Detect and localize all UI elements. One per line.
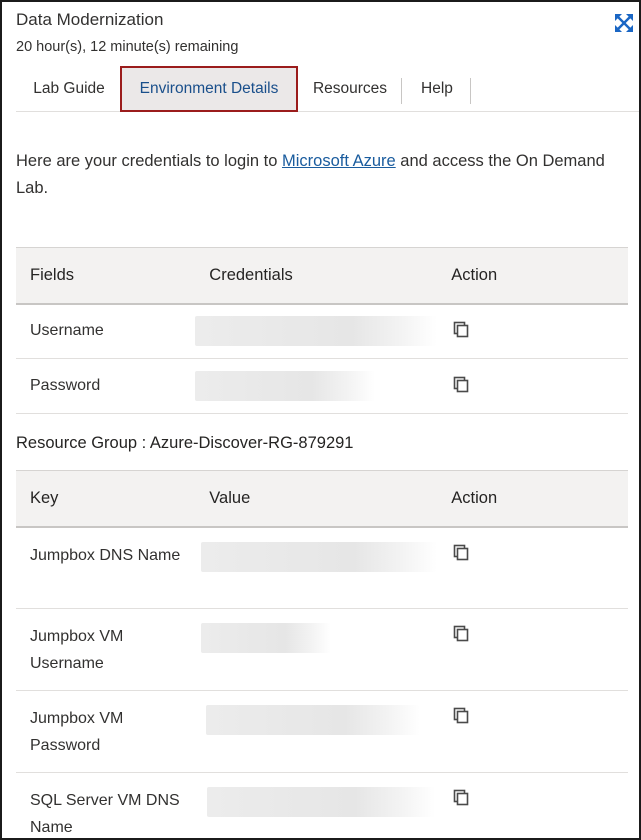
table-row: Jumpbox DNS Name	[16, 526, 628, 609]
key-jumpbox-dns-name: Jumpbox DNS Name	[16, 526, 196, 609]
copy-icon[interactable]	[451, 787, 471, 807]
tab-help[interactable]: Help	[402, 66, 472, 112]
column-header-value: Value	[195, 470, 438, 528]
redacted-value	[195, 316, 438, 347]
resources-table: Key Value Action Jumpbox DNS Name Jumpbo…	[16, 470, 628, 838]
field-username: Username	[16, 303, 196, 359]
lab-title: Data Modernization	[16, 10, 164, 29]
intro-text-before: Here are your credentials to login to	[16, 152, 282, 170]
table-row: Jumpbox VM Password	[16, 690, 628, 773]
table-row: Username	[16, 303, 628, 359]
tab-bar: Lab Guide Environment Details Resources …	[16, 66, 639, 112]
environment-details-panel: Data Modernization 20 hour(s), 12 minute…	[0, 0, 641, 840]
redacted-value	[206, 705, 421, 735]
table-header-row: Fields Credentials Action	[16, 247, 628, 305]
copy-icon[interactable]	[451, 705, 471, 725]
table-row: SQL Server VM DNS Name	[16, 772, 628, 838]
redacted-value	[201, 541, 438, 572]
expand-arrows-icon[interactable]	[614, 13, 634, 33]
table-row: Jumpbox VM Username	[16, 608, 628, 691]
tab-environment-details[interactable]: Environment Details	[120, 66, 298, 112]
column-header-credentials: Credentials	[195, 247, 438, 305]
field-password: Password	[16, 358, 196, 414]
credentials-table: Fields Credentials Action Username Passw…	[16, 247, 628, 414]
redacted-value	[195, 371, 376, 401]
intro-text: Here are your credentials to login to Mi…	[16, 148, 616, 202]
copy-icon[interactable]	[451, 542, 471, 562]
tab-resources[interactable]: Resources	[298, 66, 402, 112]
column-header-action: Action	[437, 247, 628, 305]
copy-icon[interactable]	[451, 319, 471, 339]
tab-lab-guide[interactable]: Lab Guide	[18, 66, 120, 112]
resource-group-label: Resource Group : Azure-Discover-RG-87929…	[16, 434, 354, 452]
key-sql-server-vm-dns-name: SQL Server VM DNS Name	[16, 772, 196, 838]
table-header-row: Key Value Action	[16, 470, 628, 528]
column-header-key: Key	[16, 470, 196, 528]
copy-icon[interactable]	[451, 374, 471, 394]
column-header-action: Action	[437, 470, 628, 528]
copy-icon[interactable]	[451, 623, 471, 643]
redacted-value	[201, 623, 332, 653]
column-header-fields: Fields	[16, 247, 196, 305]
key-jumpbox-vm-username: Jumpbox VM Username	[16, 608, 196, 691]
redacted-value	[207, 787, 436, 817]
time-remaining: 20 hour(s), 12 minute(s) remaining	[16, 39, 239, 55]
table-row: Password	[16, 358, 628, 414]
key-jumpbox-vm-password: Jumpbox VM Password	[16, 690, 196, 773]
microsoft-azure-link[interactable]: Microsoft Azure	[282, 152, 396, 170]
tab-divider	[470, 78, 471, 104]
